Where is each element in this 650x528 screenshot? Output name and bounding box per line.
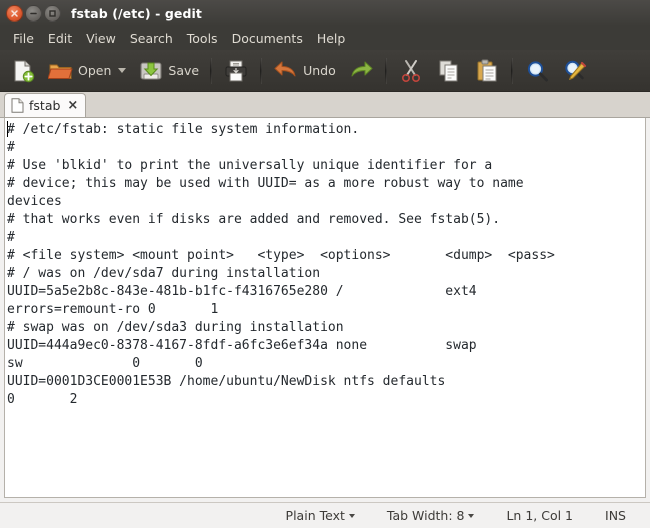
save-icon [140, 61, 162, 80]
maximize-icon [49, 9, 56, 17]
code-line: 0 2 [7, 392, 78, 407]
window-controls [6, 4, 61, 22]
replace-button[interactable] [556, 53, 594, 89]
menu-item-documents[interactable]: Documents [225, 29, 310, 48]
tab-width-selector[interactable]: Tab Width: 8 [371, 508, 491, 523]
language-selector[interactable]: Plain Text [270, 508, 371, 523]
menu-bar: File Edit View Search Tools Documents He… [0, 26, 650, 50]
find-replace-icon [565, 60, 586, 80]
code-line: errors=remount-ro 0 1 [7, 302, 219, 317]
close-button[interactable] [6, 4, 23, 22]
toolbar-separator-2 [260, 57, 263, 84]
code-line: UUID=444a9ec0-8378-4167-8fdf-a6fc3e6ef34… [7, 338, 477, 353]
cursor-position: Ln 1, Col 1 [506, 508, 574, 523]
code-line: devices [7, 194, 62, 209]
undo-arrow-icon [274, 61, 296, 76]
open-folder-icon [48, 64, 73, 79]
menu-item-view[interactable]: View [79, 29, 123, 48]
minimize-button[interactable] [25, 4, 42, 22]
menu-item-edit[interactable]: Edit [41, 29, 79, 48]
open-button-label: Open [78, 63, 112, 78]
scissors-icon [401, 59, 420, 82]
minimize-icon [30, 12, 37, 14]
search-icon [527, 60, 548, 81]
open-dropdown-arrow[interactable] [118, 68, 127, 73]
menu-item-tools[interactable]: Tools [180, 29, 225, 48]
tab-label: fstab [29, 98, 61, 113]
paste-icon [477, 59, 497, 81]
document-icon [11, 98, 24, 113]
print-button[interactable] [217, 53, 255, 89]
code-line: sw 0 0 [7, 356, 203, 371]
toolbar: Open Save Undo [0, 50, 650, 92]
window-title: fstab (/etc) - gedit [71, 5, 202, 21]
code-line: # [7, 140, 15, 155]
find-button[interactable] [518, 53, 556, 89]
code-line: # Use 'blkid' to print the universally u… [7, 158, 493, 173]
print-icon [225, 60, 247, 81]
copy-icon [439, 60, 458, 81]
title-bar: fstab (/etc) - gedit [0, 0, 650, 26]
copy-button[interactable] [430, 53, 468, 89]
code-line: # [7, 230, 15, 245]
insert-mode-indicator: INS [605, 508, 626, 523]
toolbar-separator-1 [210, 57, 213, 84]
menu-item-file[interactable]: File [6, 29, 41, 48]
code-line: # /etc/fstab: static file system informa… [7, 122, 360, 137]
toolbar-separator-3 [384, 57, 387, 84]
close-icon [11, 9, 18, 17]
code-line: # <file system> <mount point> <type> <op… [7, 248, 555, 263]
tab-bar: fstab × [0, 92, 650, 118]
new-document-icon [14, 59, 35, 82]
menu-item-search[interactable]: Search [123, 29, 180, 48]
code-line: # / was on /dev/sda7 during installation [7, 266, 321, 281]
language-label: Plain Text [285, 508, 345, 523]
code-line: UUID=5a5e2b8c-843e-481b-b1fc-f4316765e28… [7, 284, 477, 299]
tab-width-label: Tab Width: 8 [386, 508, 465, 523]
undo-button-label: Undo [303, 63, 336, 78]
status-bar: Plain Text Tab Width: 8 Ln 1, Col 1 INS [0, 502, 650, 528]
new-document-button[interactable] [4, 53, 42, 89]
code-line: # device; this may be used with UUID= as… [7, 176, 524, 191]
cut-button[interactable] [392, 53, 430, 89]
undo-button[interactable]: Undo [267, 53, 342, 89]
paste-button[interactable] [468, 53, 506, 89]
maximize-button[interactable] [44, 4, 61, 22]
redo-arrow-icon [351, 61, 373, 76]
code-line: # that works even if disks are added and… [7, 212, 501, 227]
code-line: # swap was on /dev/sda3 during installat… [7, 320, 344, 335]
redo-button[interactable] [342, 53, 380, 89]
tab-fstab[interactable]: fstab × [4, 93, 87, 117]
text-view[interactable]: # /etc/fstab: static file system informa… [4, 118, 646, 498]
menu-item-help[interactable]: Help [310, 29, 353, 48]
file-content[interactable]: # /etc/fstab: static file system informa… [5, 118, 645, 409]
chevron-down-icon[interactable] [468, 513, 475, 518]
save-button[interactable]: Save [132, 53, 205, 89]
editor-area: # /etc/fstab: static file system informa… [0, 118, 650, 502]
tab-close-icon[interactable]: × [67, 99, 78, 112]
open-button[interactable]: Open [42, 53, 132, 89]
gedit-window: fstab (/etc) - gedit File Edit View Sear… [0, 0, 650, 528]
toolbar-separator-4 [510, 57, 513, 84]
code-line: UUID=0001D3CE0001E53B /home/ubuntu/NewDi… [7, 374, 446, 389]
chevron-down-icon[interactable] [348, 513, 355, 518]
save-button-label: Save [168, 63, 200, 78]
